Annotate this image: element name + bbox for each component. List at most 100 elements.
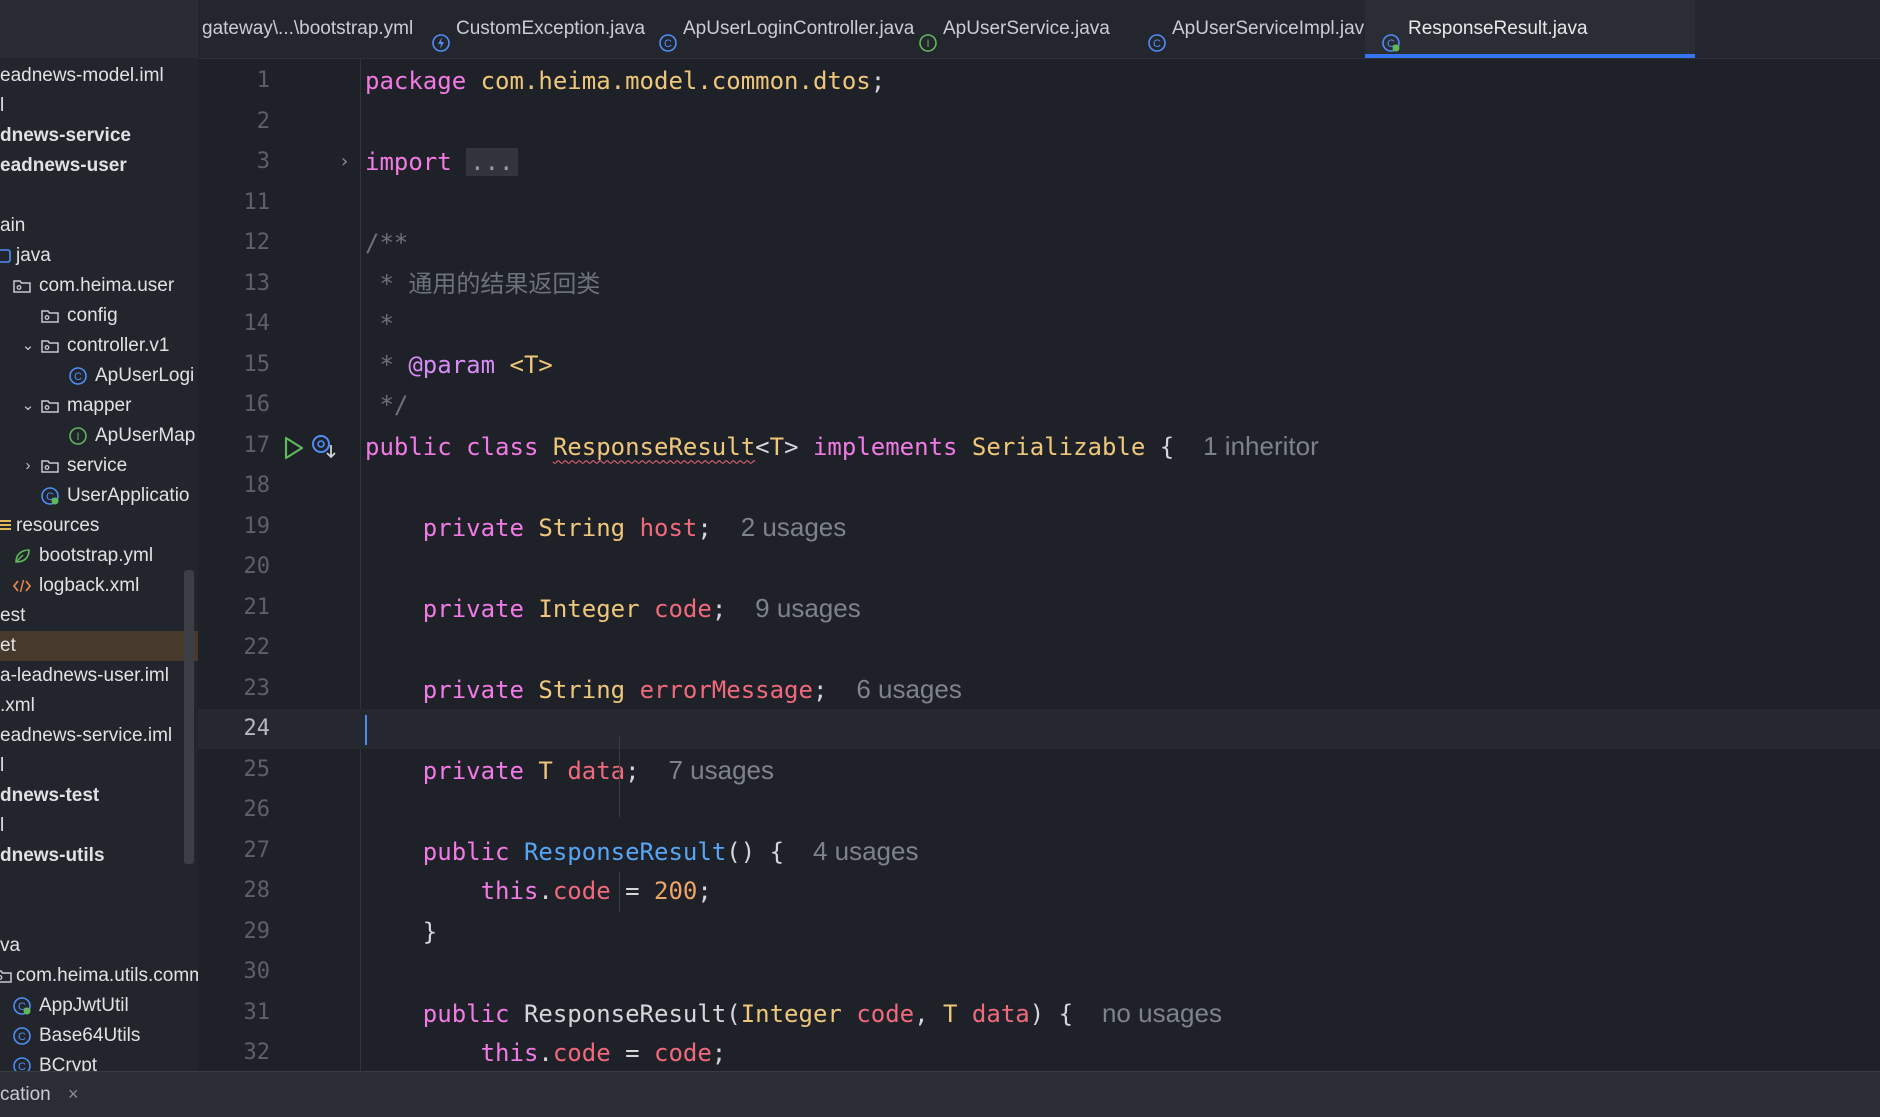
tree-item[interactable]: bootstrap.yml <box>0 541 198 571</box>
inlay-usage-hint[interactable]: 7 usages <box>668 755 774 785</box>
code-line[interactable]: 29 } <box>198 912 1880 952</box>
code-line[interactable]: 2 <box>198 102 1880 142</box>
code-line[interactable]: 32 this.code = code; <box>198 1033 1880 1071</box>
line-number[interactable]: 21 <box>198 588 271 628</box>
tree-item[interactable]: com.heima.user <box>0 271 198 301</box>
tree-item[interactable] <box>0 181 198 211</box>
code-line[interactable]: 12 /** <box>198 223 1880 263</box>
tree-item[interactable] <box>0 871 198 901</box>
tree-item[interactable]: a-leadnews-user.iml <box>0 661 198 691</box>
tree-item[interactable]: config <box>0 301 198 331</box>
editor-tab[interactable]: CustomException.java <box>418 0 645 58</box>
tree-item[interactable]: logback.xml <box>0 571 198 601</box>
tree-item[interactable] <box>0 901 198 931</box>
line-number[interactable]: 2 <box>198 102 270 142</box>
folded-imports[interactable]: ... <box>466 148 518 176</box>
code-line[interactable]: 23 private String errorMessage; 6 usages <box>198 669 1880 709</box>
code-line[interactable]: 19 private String host; 2 usages <box>198 507 1880 547</box>
tree-item[interactable]: l <box>0 91 198 121</box>
code-line[interactable]: 25 private T data; 7 usages <box>198 750 1880 790</box>
editor-tab[interactable]: I ApUserService.java <box>905 0 1134 58</box>
code-editor[interactable]: 1 package com.heima.model.common.dtos; 2 3 ›… <box>198 59 1880 1071</box>
line-number[interactable]: 24 <box>198 709 271 749</box>
code-line[interactable]: 1 package com.heima.model.common.dtos; <box>198 61 1880 101</box>
line-number[interactable]: 13 <box>198 264 271 304</box>
line-number[interactable]: 32 <box>198 1033 271 1071</box>
code-line[interactable]: 3 › import ... <box>198 142 1880 182</box>
code-line[interactable]: 18 <box>198 466 1880 506</box>
editor-tab[interactable]: C ApUserServiceImpl.java <box>1134 0 1375 58</box>
tree-item[interactable]: C BCrypt <box>0 1051 198 1071</box>
code-line[interactable]: 11 <box>198 183 1880 223</box>
tree-item[interactable]: dnews-test <box>0 781 198 811</box>
line-number[interactable]: 26 <box>198 790 271 830</box>
line-number[interactable]: 25 <box>198 750 271 790</box>
close-icon[interactable]: × <box>68 1072 79 1117</box>
line-number[interactable]: 14 <box>198 304 271 344</box>
editor-tab[interactable]: C ApUserLoginController.java <box>645 0 914 58</box>
tree-item[interactable]: › service <box>0 451 198 481</box>
tree-item[interactable]: eadnews-model.iml <box>0 61 198 91</box>
code-line[interactable]: 30 <box>198 952 1880 992</box>
inlay-usage-hint[interactable]: 1 inheritor <box>1203 431 1319 461</box>
inlay-usage-hint[interactable]: 6 usages <box>856 674 962 704</box>
tree-item[interactable]: C AppJwtUtil <box>0 991 198 1021</box>
chevron-right-icon[interactable]: › <box>20 451 36 481</box>
tree-item[interactable]: ⌄ mapper <box>0 391 198 421</box>
code-line[interactable]: 28 this.code = 200; <box>198 871 1880 911</box>
line-number[interactable]: 28 <box>198 871 271 911</box>
code-line[interactable]: 14 * <box>198 304 1880 344</box>
code-line[interactable]: 22 <box>198 628 1880 668</box>
tree-item[interactable]: eadnews-user <box>0 151 198 181</box>
tree-item[interactable]: java <box>0 241 198 271</box>
tree-item[interactable]: C ApUserLogi <box>0 361 198 391</box>
line-number[interactable]: 30 <box>198 952 271 992</box>
line-number[interactable]: 12 <box>198 223 271 263</box>
line-number[interactable]: 22 <box>198 628 271 668</box>
tree-item[interactable]: ain <box>0 211 198 241</box>
tree-item[interactable]: I ApUserMap <box>0 421 198 451</box>
tree-item[interactable]: l <box>0 811 198 841</box>
tree-item[interactable]: est <box>0 601 198 631</box>
tree-item[interactable]: dnews-utils <box>0 841 198 871</box>
fold-chevron-icon[interactable]: › <box>339 142 350 182</box>
line-number[interactable]: 20 <box>198 547 271 587</box>
code-line[interactable]: 21 private Integer code; 9 usages <box>198 588 1880 628</box>
code-line[interactable]: 24 <box>198 709 1880 749</box>
chevron-down-icon[interactable]: ⌄ <box>20 331 36 361</box>
chevron-down-icon[interactable]: ⌄ <box>20 391 36 421</box>
line-number[interactable]: 29 <box>198 912 271 952</box>
code-line[interactable]: 16 */ <box>198 385 1880 425</box>
code-line[interactable]: 31 public ResponseResult(Integer code, T… <box>198 993 1880 1033</box>
tree-item[interactable]: C Base64Utils <box>0 1021 198 1051</box>
line-number[interactable]: 15 <box>198 345 271 385</box>
tree-item[interactable]: C UserApplicatio <box>0 481 198 511</box>
sidebar-scrollbar[interactable] <box>184 570 194 864</box>
tree-item[interactable]: com.heima.utils.comm <box>0 961 198 991</box>
line-number[interactable]: 19 <box>198 507 271 547</box>
code-line[interactable]: 27 public ResponseResult() { 4 usages <box>198 831 1880 871</box>
tree-item[interactable]: ⌄ controller.v1 <box>0 331 198 361</box>
line-number[interactable]: 11 <box>198 183 271 223</box>
line-number[interactable]: 18 <box>198 466 271 506</box>
code-line[interactable]: 15 * @param <T> <box>198 345 1880 385</box>
run-config-tab-label[interactable]: cation <box>0 1072 51 1117</box>
tree-item[interactable]: et <box>0 631 198 661</box>
line-number[interactable]: 31 <box>198 993 271 1033</box>
code-line[interactable]: 17 public class ResponseResult<T> impleme… <box>198 426 1880 466</box>
tree-item[interactable]: l <box>0 751 198 781</box>
inlay-usage-hint[interactable]: no usages <box>1102 998 1222 1028</box>
code-line[interactable]: 20 <box>198 547 1880 587</box>
inlay-usage-hint[interactable]: 2 usages <box>741 512 847 542</box>
tree-item[interactable]: .xml <box>0 691 198 721</box>
inlay-usage-hint[interactable]: 9 usages <box>755 593 861 623</box>
editor-tab[interactable]: gateway\...\bootstrap.yml <box>198 0 418 58</box>
line-number[interactable]: 16 <box>198 385 271 425</box>
line-number[interactable]: 1 <box>198 61 270 101</box>
inlay-usage-hint[interactable]: 4 usages <box>813 836 919 866</box>
tree-item[interactable]: resources <box>0 511 198 541</box>
tree-item[interactable]: eadnews-service.iml <box>0 721 198 751</box>
code-line[interactable]: 13 * 通用的结果返回类 <box>198 264 1880 304</box>
line-number[interactable]: 23 <box>198 669 271 709</box>
tree-item[interactable]: va <box>0 931 198 961</box>
